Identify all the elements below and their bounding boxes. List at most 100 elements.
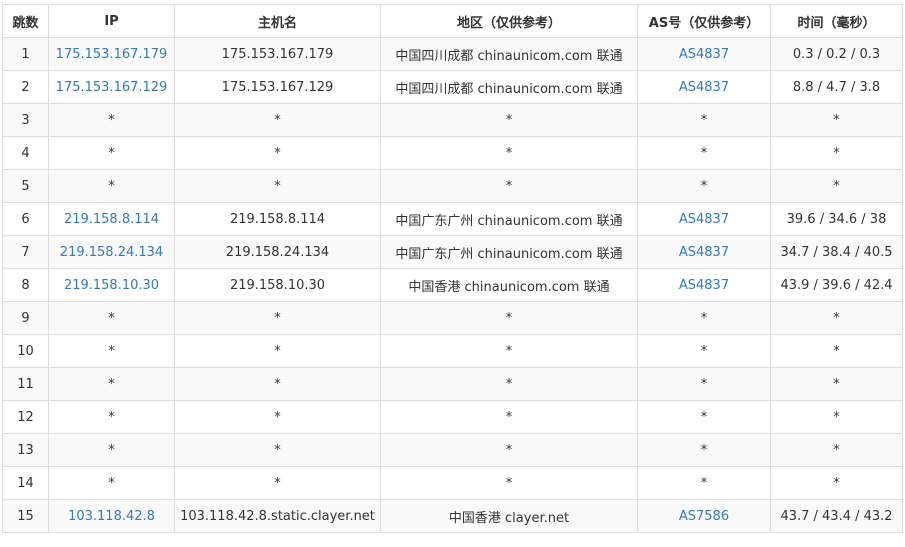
as-cell: AS7586 xyxy=(637,499,771,533)
hostname-cell: * xyxy=(174,367,381,401)
time-cell: * xyxy=(770,400,903,434)
region-cell: * xyxy=(380,136,638,170)
traceroute-table: 跳数 IP 主机名 地区（仅供参考） AS号（仅供参考） 时间（毫秒） 1 1 7 5… xyxy=(2,4,903,533)
hop-cell: 9 xyxy=(2,301,49,335)
ip-cell: * xyxy=(48,103,175,137)
time-cell: * xyxy=(770,466,903,500)
table-row: 8 219.158.10.30 219.158.10.30 中国香港 chinauni… xyxy=(2,268,903,302)
as-cell: * xyxy=(637,433,771,467)
time-cell: 8.8 / 4.7 / 3.8 xyxy=(770,70,903,104)
as-cell: AS4837 xyxy=(637,202,771,236)
hostname-cell: * xyxy=(174,466,381,500)
ip-cell: 175.153.167.179 xyxy=(48,37,175,71)
header-hostname: 主机名 xyxy=(174,4,381,38)
as-link[interactable]: AS4837 xyxy=(679,212,729,227)
ip-link[interactable]: 175.153.167.179 xyxy=(56,47,168,62)
region-cell: * xyxy=(380,400,638,434)
ip-link[interactable]: 103.118.42.8 xyxy=(68,509,155,524)
time-cell: * xyxy=(770,169,903,203)
hostname-cell: 219.158.8.114 xyxy=(174,202,381,236)
header-ip: IP xyxy=(48,4,175,38)
hostname-cell: 175.153.167.179 xyxy=(174,37,381,71)
ip-link[interactable]: 219.158.10.30 xyxy=(64,278,159,293)
region-cell: 中国四川成都 chinaunicom.com 联通 xyxy=(380,70,638,104)
as-link[interactable]: AS4837 xyxy=(679,278,729,293)
hop-cell: 2 xyxy=(2,70,49,104)
time-cell: * xyxy=(770,334,903,368)
table-row: 10 * * * * * xyxy=(2,334,903,368)
as-cell: AS4837 xyxy=(637,70,771,104)
time-cell: * xyxy=(770,136,903,170)
ip-link[interactable]: 219.158.24.134 xyxy=(60,245,163,260)
ip-cell: * xyxy=(48,433,175,467)
hop-cell: 15 xyxy=(2,499,49,533)
ip-cell: * xyxy=(48,169,175,203)
table-row: 1 175.153.167.179 175.153.167.179 中国四川成都 ch… xyxy=(2,37,903,71)
time-cell: * xyxy=(770,103,903,137)
table-row: 13 * * * * * xyxy=(2,433,903,467)
ip-cell: * xyxy=(48,136,175,170)
as-cell: * xyxy=(637,169,771,203)
table-row: 12 * * * * * xyxy=(2,400,903,434)
region-cell: 中国广东广州 chinaunicom.com 联通 xyxy=(380,235,638,269)
time-cell: 43.9 / 39.6 / 42.4 xyxy=(770,268,903,302)
header-region: 地区（仅供参考） xyxy=(380,4,638,38)
region-cell: 中国香港 clayer.net xyxy=(380,499,638,533)
region-cell: 中国广东广州 chinaunicom.com 联通 xyxy=(380,202,638,236)
hostname-cell: 175.153.167.129 xyxy=(174,70,381,104)
ip-cell: * xyxy=(48,301,175,335)
ip-link[interactable]: 175.153.167.129 xyxy=(56,80,168,95)
hostname-cell: * xyxy=(174,301,381,335)
header-hop: 跳数 xyxy=(2,4,49,38)
hostname-cell: * xyxy=(174,103,381,137)
time-cell: 34.7 / 38.4 / 40.5 xyxy=(770,235,903,269)
hop-cell: 7 xyxy=(2,235,49,269)
as-cell: AS4837 xyxy=(637,268,771,302)
ip-cell: * xyxy=(48,466,175,500)
header-row: 跳数 IP 主机名 地区（仅供参考） AS号（仅供参考） 时间（毫秒） xyxy=(2,4,903,38)
ip-cell: 219.158.10.30 xyxy=(48,268,175,302)
hop-cell: 10 xyxy=(2,334,49,368)
as-cell: * xyxy=(637,136,771,170)
ip-cell: 219.158.24.134 xyxy=(48,235,175,269)
region-cell: 中国香港 chinaunicom.com 联通 xyxy=(380,268,638,302)
ip-cell: * xyxy=(48,367,175,401)
as-cell: * xyxy=(637,466,771,500)
as-link[interactable]: AS7586 xyxy=(679,509,729,524)
ip-cell: 103.118.42.8 xyxy=(48,499,175,533)
hostname-cell: * xyxy=(174,169,381,203)
as-cell: * xyxy=(637,367,771,401)
hop-cell: 4 xyxy=(2,136,49,170)
table-row: 7 219.158.24.134 219.158.24.134 中国广东广州 chin… xyxy=(2,235,903,269)
header-as-number: AS号（仅供参考） xyxy=(637,4,771,38)
table-row: 4 * * * * * xyxy=(2,136,903,170)
ip-link[interactable]: 219.158.8.114 xyxy=(64,212,159,227)
hostname-cell: * xyxy=(174,433,381,467)
hop-cell: 6 xyxy=(2,202,49,236)
ip-cell: 219.158.8.114 xyxy=(48,202,175,236)
table-row: 5 * * * * * xyxy=(2,169,903,203)
as-link[interactable]: AS4837 xyxy=(679,245,729,260)
as-cell: AS4837 xyxy=(637,37,771,71)
table-row: 3 * * * * * xyxy=(2,103,903,137)
hostname-cell: 103.118.42.8.static.clayer.net xyxy=(174,499,381,533)
ip-cell: * xyxy=(48,334,175,368)
table-row: 2 175.153.167.129 175.153.167.129 中国四川成都 ch… xyxy=(2,70,903,104)
as-cell: * xyxy=(637,301,771,335)
hostname-cell: 219.158.10.30 xyxy=(174,268,381,302)
hop-cell: 11 xyxy=(2,367,49,401)
as-link[interactable]: AS4837 xyxy=(679,80,729,95)
as-cell: AS4837 xyxy=(637,235,771,269)
as-cell: * xyxy=(637,334,771,368)
as-cell: * xyxy=(637,400,771,434)
hop-cell: 14 xyxy=(2,466,49,500)
time-cell: * xyxy=(770,301,903,335)
time-cell: 43.7 / 43.4 / 43.2 xyxy=(770,499,903,533)
time-cell: * xyxy=(770,433,903,467)
as-link[interactable]: AS4837 xyxy=(679,47,729,62)
table-header: 跳数 IP 主机名 地区（仅供参考） AS号（仅供参考） 时间（毫秒） xyxy=(2,4,903,38)
hostname-cell: * xyxy=(174,400,381,434)
table-body: 1 175.153.167.179 175.153.167.179 中国四川成都 ch… xyxy=(2,37,903,533)
region-cell: * xyxy=(380,433,638,467)
region-cell: * xyxy=(380,466,638,500)
